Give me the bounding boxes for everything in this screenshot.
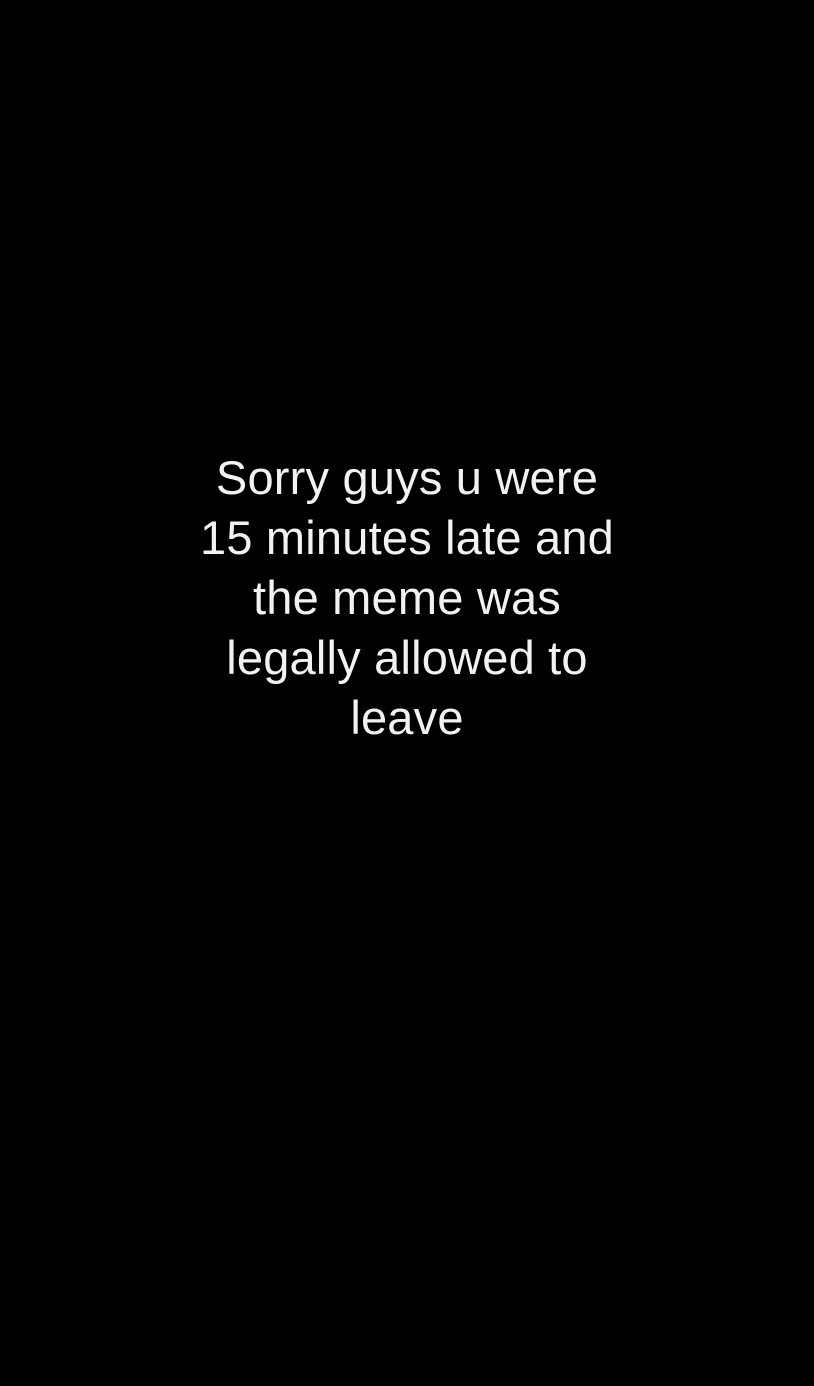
caption-line-3: the meme was	[252, 571, 561, 624]
caption-line-1: Sorry guys u were	[215, 451, 599, 504]
caption-line-4: legally allowed to	[226, 631, 588, 684]
meme-caption: Sorry guys u were 15 minutes late and th…	[0, 448, 814, 748]
black-screen: Sorry guys u were 15 minutes late and th…	[0, 0, 814, 1386]
caption-line-2: 15 minutes late and	[199, 511, 615, 564]
caption-line-5: leave	[350, 691, 464, 744]
